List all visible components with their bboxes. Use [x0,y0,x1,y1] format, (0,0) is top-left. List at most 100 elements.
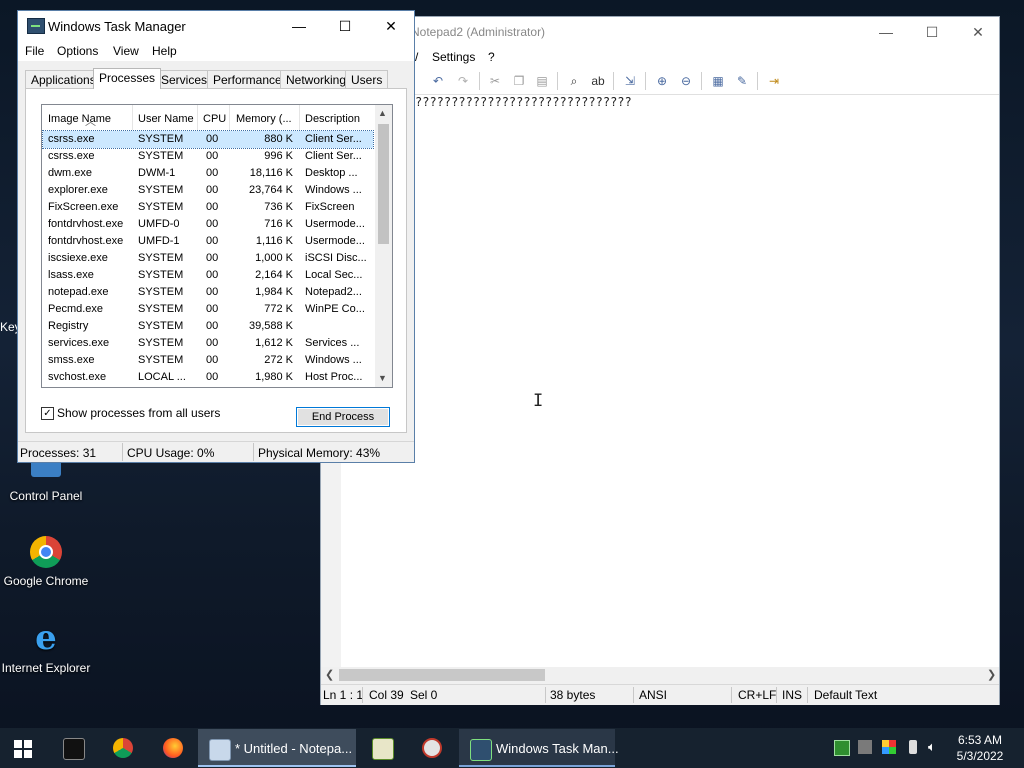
notepad2-editor-text[interactable]: ?????????????????????????????? [415,95,632,109]
column-header-memory[interactable]: Memory (... [236,113,292,125]
table-row[interactable]: FixScreen.exe SYSTEM 00 736 K FixScreen [43,199,373,216]
column-header-cpu[interactable]: CPU [203,113,226,125]
cell-desc: FixScreen [305,201,355,213]
menu-item-view-partial[interactable]: / [415,50,418,64]
menu-item-help[interactable]: Help [152,44,177,58]
minimize-button[interactable]: — [276,11,322,41]
menu-item-help[interactable]: ? [488,50,495,64]
firefox-taskbar-icon[interactable] [163,738,183,758]
notepad2-titlebar[interactable]: Notepad2 (Administrator) — ☐ ✕ [321,17,999,47]
tab-services[interactable]: Services [155,70,214,88]
scroll-left-icon[interactable]: ❮ [325,668,334,681]
tray-status-icon[interactable] [834,740,850,756]
paste-icon[interactable]: ▤ [533,72,551,90]
cell-user: LOCAL ... [138,371,186,383]
task-manager-window[interactable]: Windows Task Manager — ☐ ✕ File Options … [17,10,415,463]
minimize-button[interactable]: — [863,17,909,47]
find-icon[interactable]: ⌕ [565,72,583,90]
maximize-button[interactable]: ☐ [322,11,368,41]
redo-icon[interactable]: ↷ [454,72,472,90]
table-row[interactable]: iscsiexe.exe SYSTEM 00 1,000 K iSCSI Disc... [43,250,373,267]
vertical-scroll-thumb[interactable] [378,124,389,244]
menu-item-settings[interactable]: Settings [432,50,475,64]
command-prompt-icon[interactable] [63,738,85,760]
tray-usb-icon[interactable] [909,740,917,754]
table-row[interactable]: fontdrvhost.exe UMFD-1 00 1,116 K Usermode..… [43,233,373,250]
scroll-right-icon[interactable]: ❯ [987,668,996,681]
undo-icon[interactable]: ↶ [429,72,447,90]
notepad-plus-icon[interactable] [372,738,394,760]
tab-users[interactable]: Users [345,70,389,88]
desktop-icon-google-chrome[interactable]: Google Chrome [0,536,96,588]
replace-icon[interactable]: ab [589,72,607,90]
cell-user: SYSTEM [138,320,184,332]
text-cursor-icon: I [533,391,544,411]
cell-desc: Usermode... [305,235,365,247]
table-row[interactable]: csrss.exe SYSTEM 00 996 K Client Ser... [43,148,373,165]
cell-mem: 1,612 K [255,337,293,349]
end-process-button[interactable]: End Process [296,407,390,427]
windows-logo-icon [14,740,32,758]
process-list[interactable]: ︿ Image Name User Name CPU Memory (... D… [41,104,393,388]
notepad2-window[interactable]: Notepad2 (Administrator) — ☐ ✕ / Setting… [320,16,1000,705]
tab-networking[interactable]: Networking [280,70,353,88]
task-manager-title: Windows Task Manager [48,19,186,34]
task-manager-titlebar[interactable]: Windows Task Manager — ☐ ✕ [18,11,414,41]
cell-cpu: 00 [206,184,219,196]
taskbar-app-task-manager[interactable]: Windows Task Man... [459,729,619,767]
tab-performance[interactable]: Performance [207,70,288,88]
cell-name: Pecmd.exe [48,303,104,315]
scroll-down-icon[interactable]: ▼ [378,373,387,383]
cell-cpu: 00 [206,218,219,230]
table-row[interactable]: dwm.exe DWM-1 00 18,116 K Desktop ... [43,165,373,182]
paint-tool-icon[interactable] [422,738,442,758]
table-row[interactable]: csrss.exe SYSTEM 00 880 K Client Ser... [42,130,374,149]
tray-network-icon[interactable] [858,740,872,754]
table-row[interactable]: services.exe SYSTEM 00 1,612 K Services ... [43,335,373,352]
table-row[interactable]: Registry SYSTEM 00 39,588 K [43,318,373,335]
tray-display-icon[interactable] [882,740,896,754]
view-scheme-icon[interactable]: ▦ [709,72,727,90]
start-button[interactable] [0,728,48,768]
exit-icon[interactable]: ⇥ [765,72,783,90]
taskbar-app-notepad[interactable]: * Untitled - Notepa... [198,729,356,767]
menu-item-view[interactable]: View [113,44,139,58]
tab-processes[interactable]: Processes [93,68,162,89]
tab-applications[interactable]: Applications [25,70,102,88]
settings-icon[interactable]: ✎ [733,72,751,90]
table-row[interactable]: fontdrvhost.exe UMFD-0 00 716 K Usermode... [43,216,373,233]
column-header-description[interactable]: Description [305,113,360,125]
vertical-scrollbar[interactable]: ▲ ▼ [375,105,392,387]
horizontal-scroll-thumb[interactable] [339,669,545,681]
table-row[interactable]: svchost.exe LOCAL ... 00 1,980 K Host Proc..… [43,369,373,386]
zoom-out-icon[interactable]: ⊖ [677,72,695,90]
scroll-up-icon[interactable]: ▲ [378,108,387,118]
table-row[interactable]: lsass.exe SYSTEM 00 2,164 K Local Sec... [43,267,373,284]
goto-icon[interactable]: ⇲ [621,72,639,90]
menu-item-file[interactable]: File [25,44,44,58]
tray-volume-muted-icon[interactable]: 🔈︎ [928,740,942,754]
copy-icon[interactable]: ❐ [510,72,528,90]
chrome-taskbar-icon[interactable] [113,738,133,758]
table-row[interactable]: Pecmd.exe SYSTEM 00 772 K WinPE Co... [43,301,373,318]
table-row[interactable]: notepad.exe SYSTEM 00 1,984 K Notepad2... [43,284,373,301]
close-button[interactable]: ✕ [955,17,1001,47]
horizontal-scrollbar[interactable]: ❮ ❯ [321,667,999,684]
menu-item-options[interactable]: Options [57,44,98,58]
taskbar-clock[interactable]: 6:53 AM 5/3/2022 [954,732,1006,764]
cut-icon[interactable]: ✂ [486,72,504,90]
cell-name: explorer.exe [48,184,108,196]
maximize-button[interactable]: ☐ [909,17,955,47]
close-button[interactable]: ✕ [368,11,414,41]
cell-mem: 23,764 K [248,184,293,196]
zoom-in-icon[interactable]: ⊕ [653,72,671,90]
show-all-users-checkbox[interactable]: ✓ [41,407,54,420]
cell-mem: 736 K [264,201,293,213]
status-scheme: Default Text [814,688,878,702]
cell-name: FixScreen.exe [48,201,119,213]
desktop-icon-internet-explorer[interactable]: e Internet Explorer [0,621,96,675]
column-header-image-name[interactable]: Image Name [48,113,111,125]
table-row[interactable]: explorer.exe SYSTEM 00 23,764 K Windows ... [43,182,373,199]
column-header-user-name[interactable]: User Name [138,113,194,125]
table-row[interactable]: smss.exe SYSTEM 00 272 K Windows ... [43,352,373,369]
